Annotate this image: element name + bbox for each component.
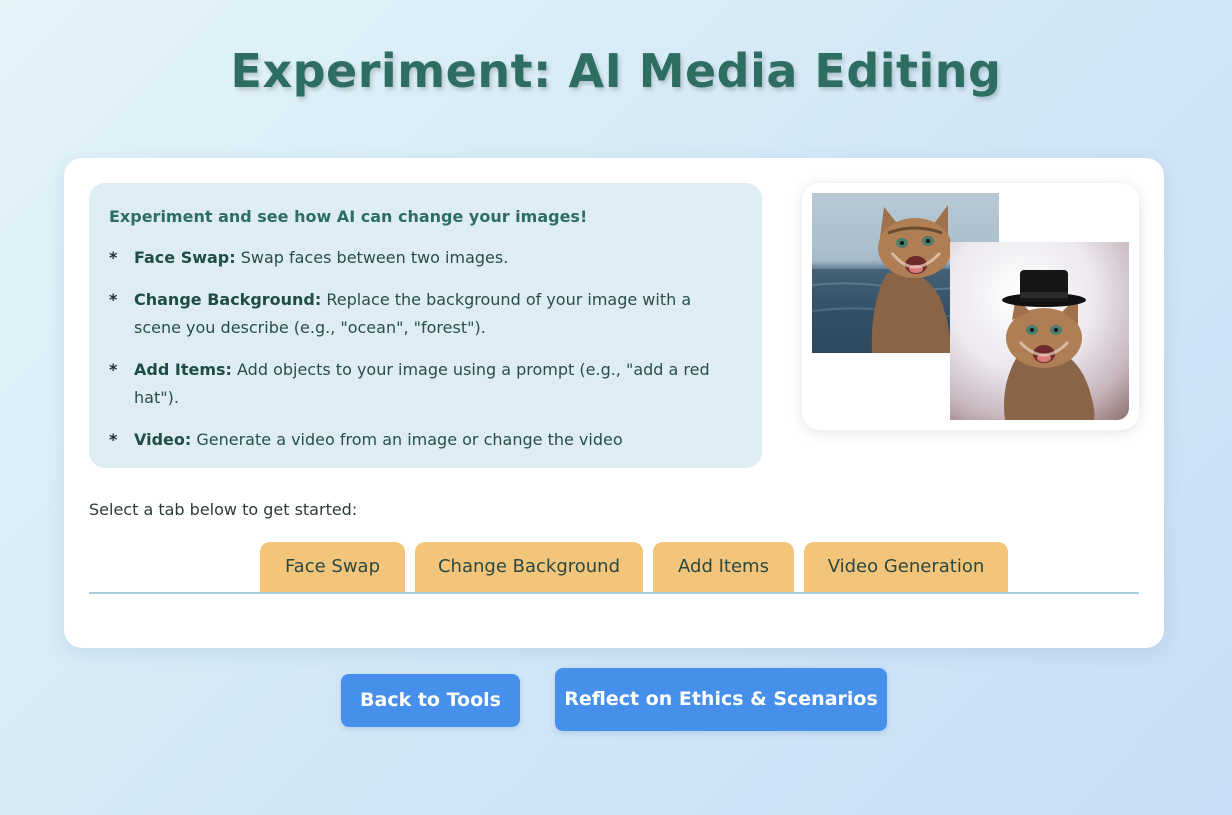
feature-title: Face Swap: [134, 248, 236, 267]
feature-title: Add Items: [134, 360, 232, 379]
feature-title: Video: [134, 430, 192, 449]
bullet-icon: * [109, 360, 118, 379]
bullet-icon: * [109, 430, 118, 449]
feature-add-items: * Add Items: Add objects to your image u… [109, 356, 742, 412]
feature-face-swap: * Face Swap: Swap faces between two imag… [109, 244, 742, 272]
feature-description: Generate a video from an image or change… [196, 430, 623, 449]
tab-video-generation[interactable]: Video Generation [804, 542, 1008, 592]
feature-title: Change Background: [134, 290, 322, 309]
info-box: Experiment and see how AI can change you… [89, 183, 762, 468]
bullet-icon: * [109, 290, 118, 309]
cat-hat-illustration [1002, 270, 1095, 420]
reflect-ethics-button[interactable]: Reflect on Ethics & Scenarios [555, 668, 887, 731]
feature-list: * Face Swap: Swap faces between two imag… [109, 244, 742, 454]
cat-hat-image [950, 242, 1129, 420]
bullet-icon: * [109, 248, 118, 267]
tab-face-swap[interactable]: Face Swap [260, 542, 405, 592]
editor-card: Experiment and see how AI can change you… [64, 158, 1164, 648]
tab-bar: Face Swap Change Background Add Items Vi… [89, 542, 1139, 594]
page-title: Experiment: AI Media Editing [230, 44, 1002, 98]
tab-add-items[interactable]: Add Items [653, 542, 794, 592]
feature-description: Swap faces between two images. [240, 248, 509, 267]
tab-change-background[interactable]: Change Background [415, 542, 643, 592]
example-images-card [802, 183, 1139, 430]
feature-video: * Video: Generate a video from an image … [109, 426, 742, 454]
feature-change-background: * Change Background: Replace the backgro… [109, 286, 742, 342]
tab-prompt: Select a tab below to get started: [89, 500, 358, 519]
back-to-tools-button[interactable]: Back to Tools [341, 674, 520, 727]
intro-text: Experiment and see how AI can change you… [109, 207, 588, 226]
